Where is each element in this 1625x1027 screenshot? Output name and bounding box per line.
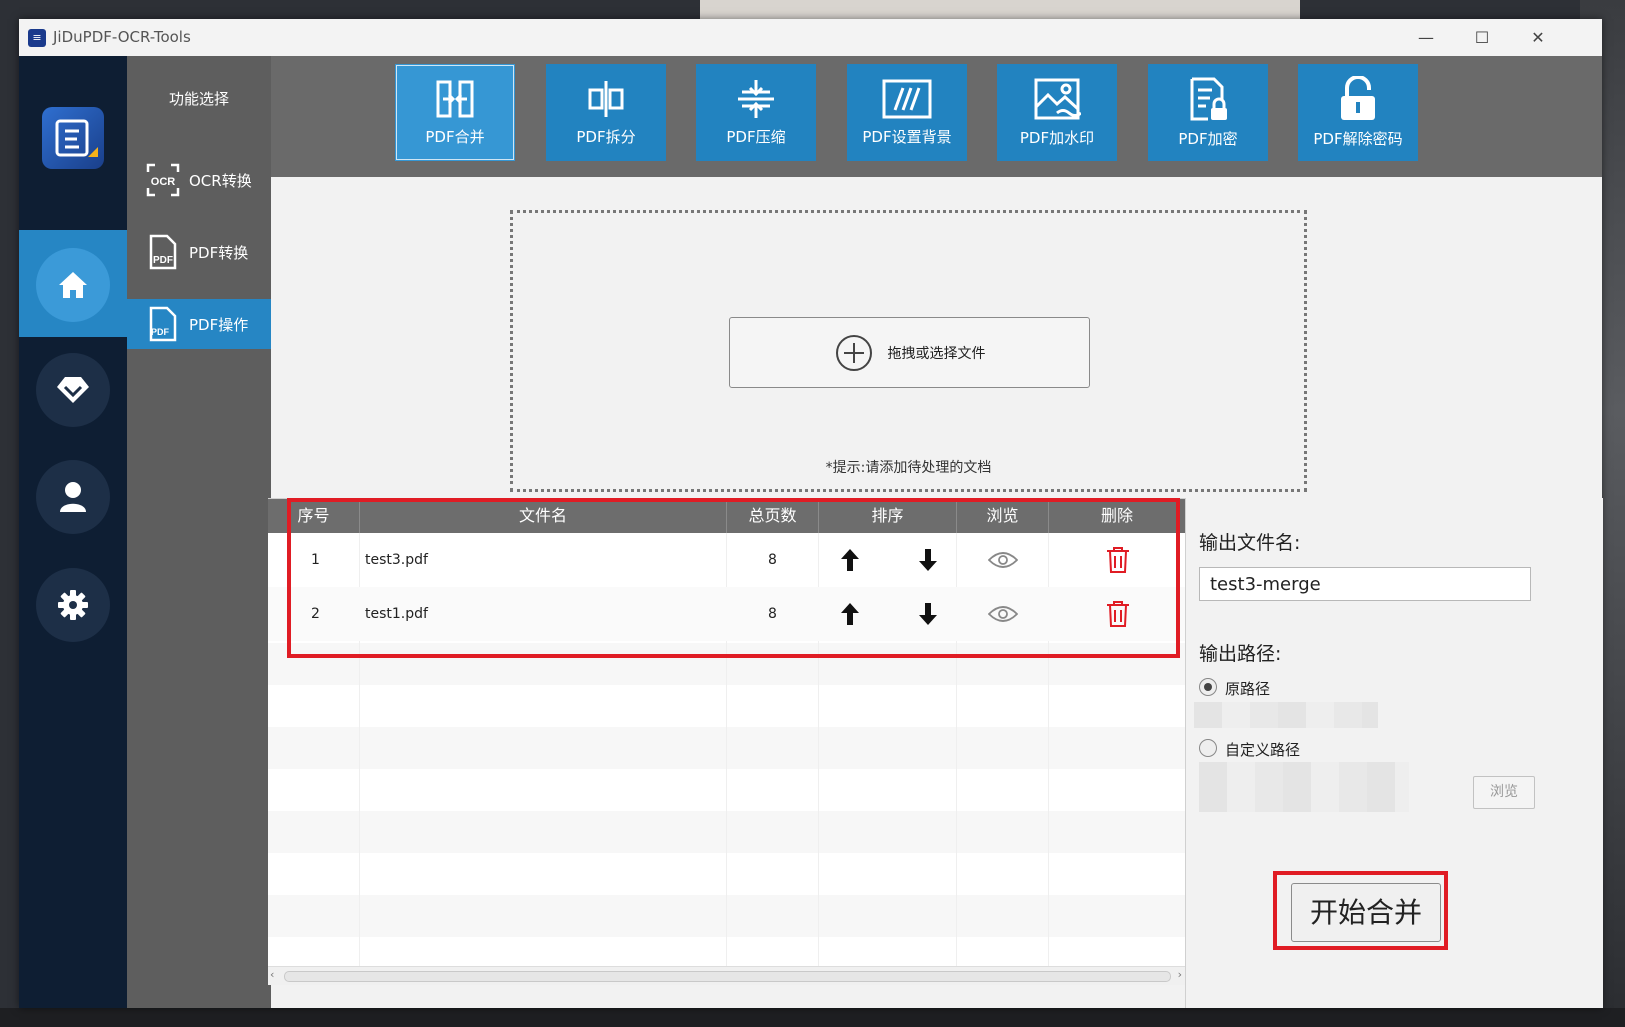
- output-path-label: 输出路径:: [1199, 643, 1282, 665]
- custom-path-input[interactable]: [1199, 762, 1409, 812]
- gear-icon: [58, 590, 88, 620]
- sidebar-item-pdf-convert[interactable]: PDF PDF转换: [127, 227, 271, 277]
- tool-label: PDF解除密码: [1313, 130, 1403, 148]
- rail-user-button[interactable]: [36, 460, 110, 534]
- minimize-button[interactable]: —: [1403, 23, 1449, 53]
- tool-label: PDF加密: [1178, 130, 1238, 148]
- merge-icon: [436, 80, 474, 118]
- rail-vip-button[interactable]: [36, 353, 110, 427]
- tool-label: PDF压缩: [726, 128, 786, 146]
- scroll-left-icon[interactable]: ‹: [270, 968, 274, 981]
- pdf-toolbar: PDF合并 PDF拆分 PDF压缩 PDF设置背景 PDF加水印 PDF加密 P…: [271, 56, 1602, 177]
- svg-text:PDF: PDF: [151, 327, 170, 337]
- tool-label: PDF合并: [425, 128, 485, 146]
- plus-circle-icon: [835, 334, 872, 371]
- ocr-icon: OCR: [146, 163, 180, 197]
- tool-pdf-unlock[interactable]: PDF解除密码: [1298, 64, 1418, 161]
- sidebar-item-label: PDF操作: [189, 315, 249, 334]
- tool-pdf-encrypt[interactable]: PDF加密: [1148, 64, 1268, 161]
- tool-pdf-compress[interactable]: PDF压缩: [696, 64, 816, 161]
- select-file-label: 拖拽或选择文件: [887, 345, 986, 362]
- sidebar-title: 功能选择: [168, 90, 229, 108]
- highlight-box: [287, 498, 1180, 658]
- app-window: ≡ JiDuPDF-OCR-Tools — ☐ ✕ 功能选择 OCR OCR转换…: [19, 19, 1603, 1008]
- radio-original-label: 原路径: [1225, 680, 1271, 698]
- app-icon: ≡: [28, 29, 46, 47]
- pdf-file-icon: PDF: [149, 306, 177, 342]
- scroll-right-icon[interactable]: ›: [1178, 968, 1182, 981]
- tool-label: PDF加水印: [1019, 129, 1095, 147]
- drop-hint: *提示:请添加待处理的文档: [825, 460, 992, 476]
- output-filename-input[interactable]: test3-merge: [1199, 567, 1531, 601]
- scrollbar-thumb[interactable]: [284, 971, 1171, 982]
- svg-text:PDF: PDF: [153, 255, 173, 266]
- app-logo: [42, 107, 104, 169]
- output-filename-label: 输出文件名:: [1199, 532, 1301, 554]
- function-sidebar: 功能选择 OCR OCR转换 PDF PDF转换 PDF PDF操作: [127, 56, 271, 1008]
- radio-original-path[interactable]: [1199, 678, 1217, 696]
- maximize-button[interactable]: ☐: [1459, 23, 1505, 53]
- select-file-button[interactable]: 拖拽或选择文件: [729, 317, 1090, 388]
- horizontal-scrollbar[interactable]: ‹ ›: [268, 966, 1185, 985]
- diamond-icon: [57, 377, 89, 403]
- title-bar: ≡ JiDuPDF-OCR-Tools — ☐ ✕: [19, 19, 1602, 57]
- tool-pdf-merge[interactable]: PDF合并: [395, 64, 515, 161]
- rail-settings-button[interactable]: [36, 568, 110, 642]
- sidebar-item-ocr[interactable]: OCR OCR转换: [127, 155, 271, 205]
- radio-custom-path[interactable]: [1199, 739, 1217, 757]
- home-icon: [59, 272, 87, 298]
- radio-custom-label: 自定义路径: [1225, 741, 1301, 759]
- compress-icon: [738, 80, 774, 118]
- browse-button[interactable]: 浏览: [1473, 776, 1535, 809]
- desktop-backdrop-bottom: [0, 1008, 1625, 1027]
- tool-pdf-split[interactable]: PDF拆分: [546, 64, 666, 161]
- window-title: JiDuPDF-OCR-Tools: [53, 28, 191, 46]
- encrypt-icon: [1190, 77, 1227, 121]
- unlock-icon: [1341, 76, 1375, 120]
- rail-home-button[interactable]: [36, 248, 110, 322]
- nav-rail: [19, 56, 127, 1008]
- sidebar-item-label: OCR转换: [189, 171, 252, 190]
- blurred-path: [1194, 702, 1378, 728]
- tool-pdf-watermark[interactable]: PDF加水印: [997, 64, 1117, 161]
- close-button[interactable]: ✕: [1515, 23, 1561, 53]
- user-icon: [60, 482, 86, 512]
- tool-label: PDF设置背景: [862, 128, 952, 146]
- tool-label: PDF拆分: [576, 128, 636, 146]
- svg-text:OCR: OCR: [151, 176, 176, 188]
- watermark-icon: [1034, 78, 1081, 120]
- tool-pdf-background[interactable]: PDF设置背景: [847, 64, 967, 161]
- sidebar-item-pdf-operate[interactable]: PDF PDF操作: [127, 299, 271, 349]
- sidebar-item-label: PDF转换: [189, 243, 249, 262]
- desktop-backdrop: [700, 0, 1300, 20]
- file-drop-zone[interactable]: 拖拽或选择文件 *提示:请添加待处理的文档: [510, 210, 1307, 492]
- pdf-file-icon: PDF: [149, 234, 177, 270]
- highlight-box: [1273, 871, 1448, 950]
- split-icon: [588, 81, 624, 117]
- background-icon: [882, 79, 932, 119]
